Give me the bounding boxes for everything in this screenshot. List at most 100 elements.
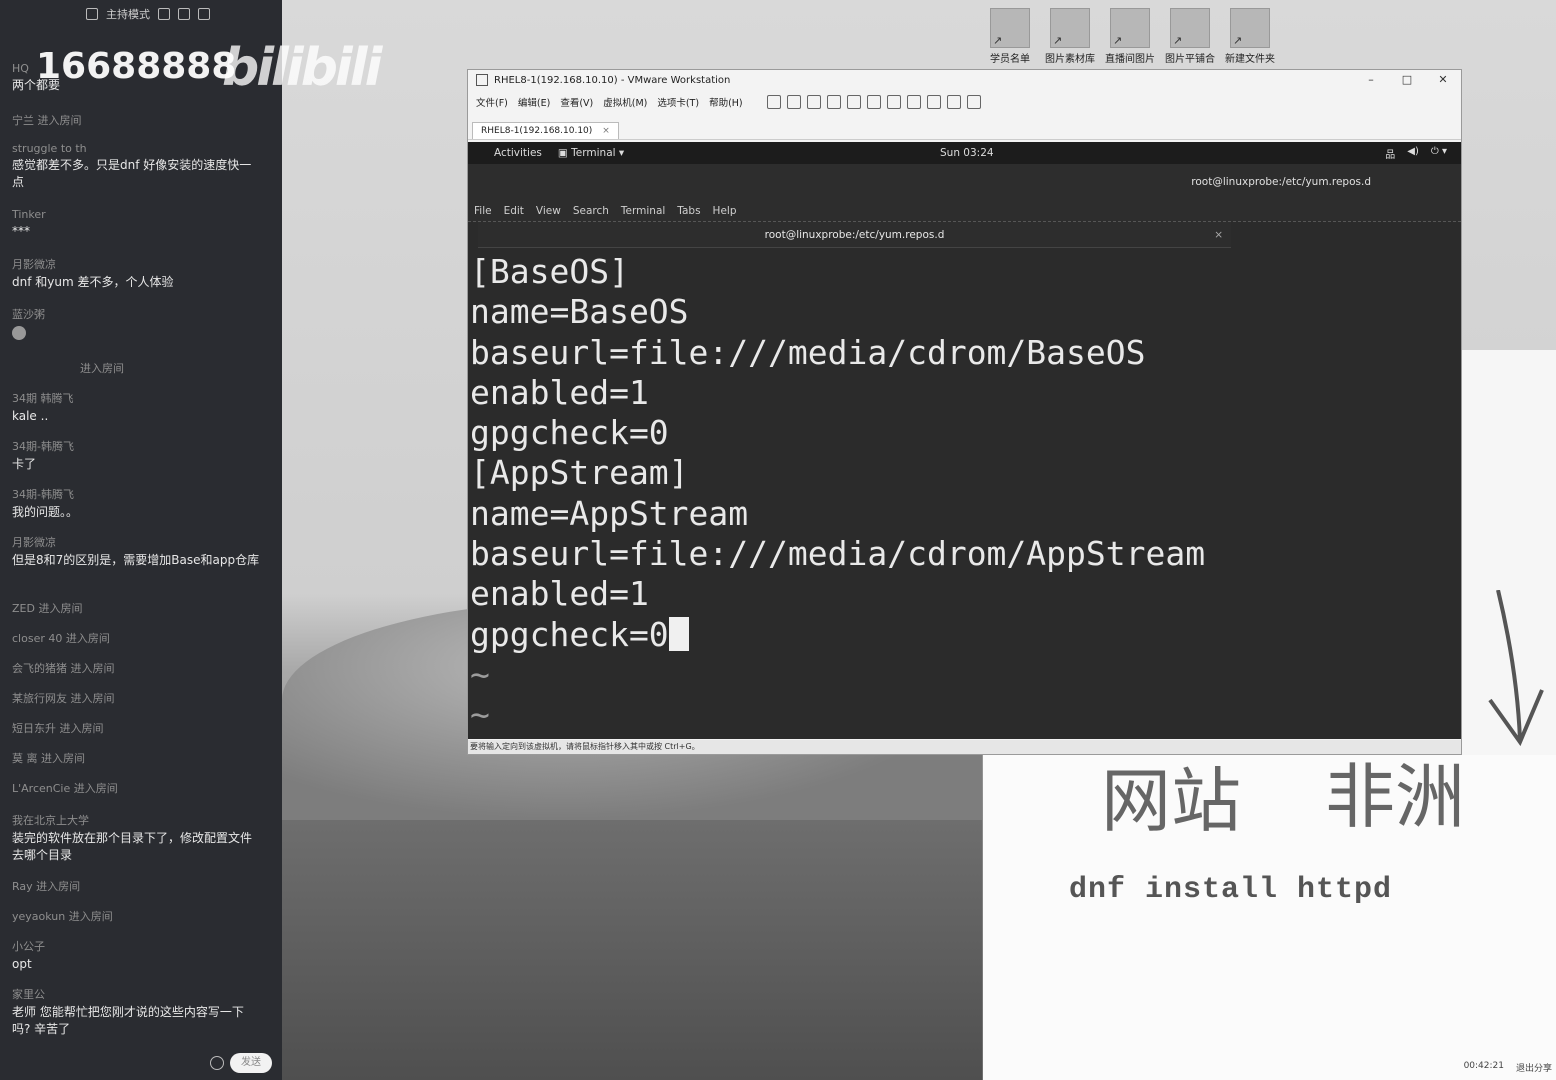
chat-username: 小公子: [12, 940, 45, 953]
power-icon[interactable]: ⏻ ▾: [1431, 146, 1447, 161]
network-icon[interactable]: 品: [1385, 146, 1395, 161]
chat-username: 月影微凉: [12, 536, 56, 549]
host-mode-icon[interactable]: [86, 8, 98, 20]
chat-text: 装完的软件放在那个目录下了，修改配置文件去哪个目录: [12, 831, 253, 862]
system-tray[interactable]: 品 ◀) ⏻ ▾: [1385, 146, 1447, 161]
fullscreen-icon[interactable]: [906, 95, 921, 109]
send-keys-icon[interactable]: [786, 95, 801, 109]
system-notice: 进入房间: [80, 362, 124, 375]
desktop-icon[interactable]: 直播间图片: [1105, 8, 1155, 65]
view-icon[interactable]: [966, 95, 981, 109]
chat-username: Tinker: [12, 208, 46, 221]
desktop-icon[interactable]: 图片素材库: [1045, 8, 1095, 65]
vmware-menu-item[interactable]: 文件(F): [476, 95, 508, 109]
emoji-icon[interactable]: [210, 1056, 224, 1070]
vmware-toolbar: [766, 95, 981, 109]
system-notice: L'ArcenCie 进入房间: [12, 782, 118, 795]
terminal-line-text: enabled=1: [470, 372, 649, 412]
terminal-line: enabled=1: [470, 574, 1461, 614]
chat-username: 蓝沙粥: [12, 308, 45, 321]
terminal-tab-title: root@linuxprobe:/etc/yum.repos.d: [764, 229, 945, 241]
terminal-app-menu[interactable]: ▣ Terminal ▾: [558, 147, 624, 159]
minimize-button[interactable]: –: [1353, 70, 1389, 90]
snapshot-icon[interactable]: [806, 95, 821, 109]
unity-icon[interactable]: [926, 95, 941, 109]
terminal-menu-item[interactable]: Search: [573, 205, 609, 217]
chat-text: ***: [12, 224, 30, 238]
desktop-icon[interactable]: 新建文件夹: [1225, 8, 1275, 65]
chat-username: 34期-韩腾飞: [12, 488, 74, 501]
chat-text: 老师 您能帮忙把您刚才说的这些内容写一下吗? 辛苦了: [12, 1005, 244, 1036]
system-notice: Ray 进入房间: [12, 880, 81, 893]
terminal-line-text: baseurl=file:///media/cdrom/BaseOS: [470, 332, 1146, 372]
chat-text: 我的问题。。: [12, 505, 79, 519]
vmware-tabs: RHEL8-1(192.168.10.10) ×: [468, 114, 1461, 140]
settings-icon[interactable]: [158, 8, 170, 20]
pause-icon[interactable]: [766, 95, 781, 109]
manage-snapshots-icon[interactable]: [846, 95, 861, 109]
terminal-menubar: File Edit View Search Terminal Tabs Help: [468, 200, 1461, 222]
vmware-menu-item[interactable]: 编辑(E): [518, 95, 550, 109]
terminal-menu-item[interactable]: View: [536, 205, 561, 217]
terminal-menu-item[interactable]: Terminal: [621, 205, 665, 217]
emoji-icon: [12, 326, 26, 340]
terminal-menu-item[interactable]: File: [474, 205, 492, 217]
close-button[interactable]: ✕: [1425, 70, 1461, 90]
vmware-menu-item[interactable]: 查看(V): [560, 95, 593, 109]
host-mode-label[interactable]: 主持模式: [106, 6, 150, 22]
vmware-menu-item[interactable]: 帮助(H): [709, 95, 743, 109]
system-notice: 宁兰 进入房间: [12, 114, 82, 127]
terminal-tab[interactable]: root@linuxprobe:/etc/yum.repos.d ×: [478, 222, 1231, 248]
desktop-icon-label: 图片平铺合: [1165, 54, 1215, 65]
terminal-line: baseurl=file:///media/cdrom/BaseOS: [470, 333, 1461, 373]
thumbnail-icon[interactable]: [886, 95, 901, 109]
terminal-tab-close-icon[interactable]: ×: [1214, 222, 1223, 248]
vmware-menu-item[interactable]: 虚拟机(M): [603, 95, 647, 109]
terminal-line: name=AppStream: [470, 494, 1461, 534]
terminal-menu-item[interactable]: Help: [713, 205, 737, 217]
window-icon[interactable]: [178, 8, 190, 20]
handwriting-africa: 非洲: [1325, 756, 1465, 838]
chat-message: 家里公老师 您能帮忙把您刚才说的这些内容写一下吗? 辛苦了: [12, 986, 262, 1038]
share-timer: 00:42:21: [1463, 1061, 1504, 1071]
vmware-titlebar: RHEL8-1(192.168.10.10) - VMware Workstat…: [468, 70, 1461, 90]
vmware-statusbar: 要将输入定向到该虚拟机，请将鼠标指针移入其中或按 Ctrl+G。: [468, 740, 1461, 754]
desktop-icon[interactable]: 图片平铺合: [1165, 8, 1215, 65]
chat-username: 34期-韩腾飞: [12, 440, 74, 453]
tab-rhel8[interactable]: RHEL8-1(192.168.10.10) ×: [472, 122, 619, 139]
chat-message: 34期-韩腾飞 我的问题。。: [12, 486, 262, 521]
desktop-ground: [282, 820, 982, 1080]
terminal-menu-item[interactable]: Tabs: [677, 205, 700, 217]
chat-username: 月影微凉: [12, 258, 56, 271]
minimize-icon[interactable]: [198, 8, 210, 20]
terminal-body[interactable]: [BaseOS] name=BaseOS baseurl=file:///media…: [468, 248, 1461, 734]
sidebar-icon[interactable]: [866, 95, 881, 109]
terminal-line-text: enabled=1: [470, 574, 649, 614]
chat-text: opt: [12, 957, 32, 971]
terminal-line-text: [BaseOS]: [470, 252, 629, 291]
exit-share-button[interactable]: 退出分享: [1516, 1061, 1552, 1074]
terminal-line: baseurl=file:///media/cdrom/AppStream: [470, 534, 1461, 574]
console-icon[interactable]: [946, 95, 961, 109]
desktop-icon[interactable]: 学员名单: [987, 8, 1033, 65]
chat-text: dnf 和yum 差不多，个人体验: [12, 275, 174, 289]
send-button[interactable]: 发送: [230, 1053, 272, 1073]
gnome-topbar: Activities ▣ Terminal ▾ Sun 03:24 品 ◀) ⏻…: [468, 142, 1461, 164]
chat-username: struggle to th: [12, 142, 87, 155]
vmware-menu-item[interactable]: 选项卡(T): [657, 95, 699, 109]
volume-icon[interactable]: ◀): [1407, 146, 1419, 161]
activities-button[interactable]: Activities: [494, 147, 542, 159]
terminal-line-text: gpgcheck=0: [470, 413, 669, 453]
guest-screen[interactable]: Activities ▣ Terminal ▾ Sun 03:24 品 ◀) ⏻…: [468, 142, 1461, 739]
terminal-menu-item[interactable]: Edit: [504, 205, 524, 217]
system-notice: 莫 离 进入房间: [12, 752, 85, 765]
clock[interactable]: Sun 03:24: [940, 147, 994, 159]
arrow-down-icon: [1488, 590, 1544, 747]
app-label: Terminal: [571, 147, 616, 159]
revert-icon[interactable]: [826, 95, 841, 109]
maximize-button[interactable]: □: [1389, 70, 1425, 90]
vmware-logo-icon: [476, 74, 488, 86]
chat-username: 家里公: [12, 988, 45, 1001]
chat-message: 月影微凉 但是8和7的区别是，需要增加Base和app仓库: [12, 534, 262, 569]
tab-close-icon[interactable]: ×: [602, 126, 610, 136]
